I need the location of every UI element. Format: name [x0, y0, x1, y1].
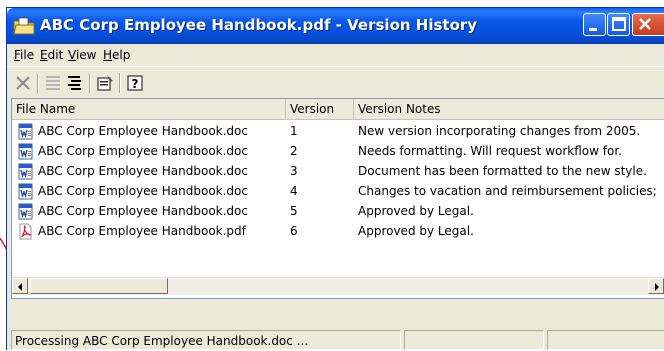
menu-help-rest: elp: [112, 48, 131, 62]
version-list[interactable]: File Name Version Version Notes ABC Corp…: [11, 98, 664, 299]
folder-app-icon: [13, 17, 35, 35]
workflow-icon[interactable]: [65, 73, 85, 93]
toolbar-separator: [119, 73, 121, 93]
minimize-button[interactable]: [583, 13, 606, 36]
maximize-icon: [612, 17, 626, 31]
column-header-version-notes[interactable]: Version Notes: [354, 99, 664, 119]
pdf-document-icon: [17, 223, 34, 240]
details-view-icon[interactable]: [43, 73, 63, 93]
scroll-left-button[interactable]: [12, 278, 28, 294]
file-name-cell: ABC Corp Employee Handbook.pdf: [38, 224, 246, 238]
version-cell: 5: [290, 204, 298, 218]
scroll-right-button[interactable]: [648, 278, 664, 294]
list-header: File Name Version Version Notes: [12, 99, 664, 120]
menu-view-accel: V: [68, 48, 76, 62]
file-name-cell: ABC Corp Employee Handbook.doc: [38, 204, 248, 218]
minimize-icon: [589, 28, 597, 31]
word-document-icon: [17, 123, 34, 140]
version-notes-cell: New version incorporating changes from 2…: [358, 124, 641, 138]
menu-file[interactable]: File: [14, 48, 34, 62]
column-header-file-name[interactable]: File Name: [12, 99, 286, 119]
table-row[interactable]: ABC Corp Employee Handbook.doc 1 New versi…: [12, 121, 664, 141]
window-title: ABC Corp Employee Handbook.pdf - Version…: [40, 16, 478, 34]
scroll-right-icon: [655, 283, 659, 291]
table-row[interactable]: ABC Corp Employee Handbook.pdf 6 Approved …: [12, 221, 664, 241]
status-bar: Processing ABC Corp Employee Handbook.do…: [7, 324, 664, 351]
table-row[interactable]: ABC Corp Employee Handbook.doc 2 Needs for…: [12, 141, 664, 161]
version-notes-cell: Changes to vacation and reimbursement po…: [358, 184, 657, 198]
status-panel-empty: [404, 330, 544, 350]
version-cell: 1: [290, 124, 298, 138]
status-panel-empty: [547, 330, 664, 350]
version-cell: 4: [290, 184, 298, 198]
svg-text:?: ?: [132, 77, 139, 91]
file-name-cell: ABC Corp Employee Handbook.doc: [38, 184, 248, 198]
table-row[interactable]: ABC Corp Employee Handbook.doc 3 Document …: [12, 161, 664, 181]
column-header-version[interactable]: Version: [286, 99, 354, 119]
close-button[interactable]: [632, 13, 664, 36]
menu-bar: File Edit View Help: [7, 44, 664, 66]
menu-edit-rest: dit: [47, 48, 64, 62]
file-name-cell: ABC Corp Employee Handbook.doc: [38, 164, 248, 178]
version-cell: 2: [290, 144, 298, 158]
status-message: Processing ABC Corp Employee Handbook.do…: [11, 330, 401, 350]
file-name-cell: ABC Corp Employee Handbook.doc: [38, 124, 248, 138]
properties-icon[interactable]: [95, 73, 115, 93]
toolbar-separator: [89, 73, 91, 93]
version-cell: 6: [290, 224, 298, 238]
delete-icon[interactable]: [13, 73, 33, 93]
menu-edit[interactable]: Edit: [40, 48, 63, 62]
table-row[interactable]: ABC Corp Employee Handbook.doc 5 Approved …: [12, 201, 664, 221]
version-notes-cell: Document has been formatted to the new s…: [358, 164, 647, 178]
title-bar[interactable]: ABC Corp Employee Handbook.pdf - Version…: [7, 8, 664, 44]
file-name-cell: ABC Corp Employee Handbook.doc: [38, 144, 248, 158]
version-notes-cell: Needs formatting. Will request workflow …: [358, 144, 622, 158]
menu-edit-accel: E: [40, 48, 48, 62]
menu-help-accel: H: [103, 48, 113, 62]
word-document-icon: [17, 203, 34, 220]
scroll-left-icon: [18, 283, 22, 291]
menu-view-rest: iew: [75, 48, 97, 62]
horizontal-scrollbar[interactable]: [12, 277, 664, 295]
version-history-window: ABC Corp Employee Handbook.pdf - Version…: [6, 7, 664, 350]
version-notes-cell: Approved by Legal.: [358, 224, 474, 238]
version-notes-cell: Approved by Legal.: [358, 204, 474, 218]
word-document-icon: [17, 183, 34, 200]
word-document-icon: [17, 143, 34, 160]
menu-help[interactable]: Help: [103, 48, 130, 62]
close-icon: [639, 18, 651, 30]
scroll-thumb[interactable]: [30, 278, 168, 294]
maximize-button[interactable]: [607, 13, 630, 36]
word-document-icon: [17, 163, 34, 180]
version-cell: 3: [290, 164, 298, 178]
toolbar: ?: [7, 66, 664, 99]
menu-file-rest: ile: [20, 48, 35, 62]
table-row[interactable]: ABC Corp Employee Handbook.doc 4 Changes t…: [12, 181, 664, 201]
menu-view[interactable]: View: [68, 48, 96, 62]
toolbar-separator: [37, 73, 39, 93]
help-icon[interactable]: ?: [125, 73, 145, 93]
